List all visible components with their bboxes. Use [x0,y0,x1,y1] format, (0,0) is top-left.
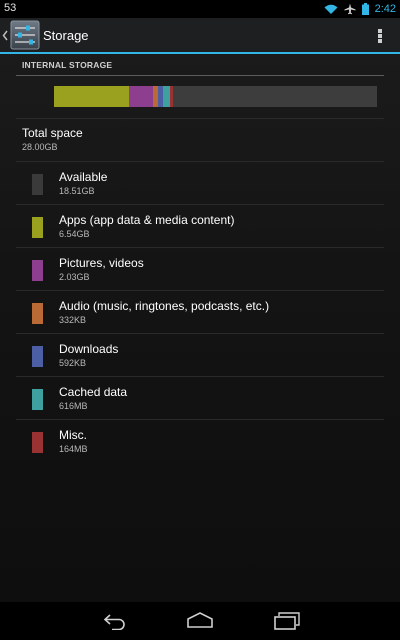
color-swatch [32,217,43,238]
storage-item-available[interactable]: Available 18.51GB [16,162,384,204]
storage-item-misc[interactable]: Misc. 164MB [16,420,384,462]
up-chevron-icon[interactable] [2,28,8,46]
battery-icon [361,3,369,15]
storage-item-label: Available [59,170,108,184]
color-swatch [32,303,43,324]
storage-item-downloads[interactable]: Downloads 592KB [16,334,384,376]
total-space-value: 28.00GB [22,142,58,152]
color-swatch [32,260,43,281]
storage-item-size: 616MB [59,401,88,411]
storage-item-label: Audio (music, ringtones, podcasts, etc.) [59,299,270,313]
storage-content: INTERNAL STORAGE Total space 28.00GB Ava… [0,54,400,602]
storage-item-label: Pictures, videos [59,256,144,270]
recents-icon[interactable] [274,612,300,635]
usage-segment [54,86,130,107]
storage-item-audio[interactable]: Audio (music, ringtones, podcasts, etc.)… [16,291,384,333]
usage-segment [162,86,170,107]
storage-item-size: 2.03GB [59,272,90,282]
divider [16,118,384,119]
status-notification-count: 53 [4,2,17,14]
overflow-menu-icon[interactable] [372,27,388,45]
storage-item-pictures-videos[interactable]: Pictures, videos 2.03GB [16,248,384,290]
clock: 2:42 [374,3,396,15]
storage-item-cached-data[interactable]: Cached data 616MB [16,377,384,419]
storage-usage-bar [54,86,377,107]
settings-sliders-icon[interactable] [10,20,40,50]
color-swatch [32,432,43,453]
color-swatch [32,174,43,195]
back-icon[interactable] [103,612,127,635]
storage-item-size: 18.51GB [59,186,95,196]
storage-item-size: 592KB [59,358,87,368]
airplane-icon [344,3,356,15]
home-icon[interactable] [187,612,213,633]
storage-item-size: 6.54GB [59,229,90,239]
storage-item-size: 332KB [59,315,87,325]
status-icons: 2:42 [324,0,396,18]
wifi-icon [324,4,338,15]
section-label: INTERNAL STORAGE [22,60,113,70]
status-bar: 53 2:42 [0,0,400,18]
storage-item-label: Cached data [59,385,128,399]
page-title: Storage [43,28,89,43]
total-space-label: Total space [22,126,83,140]
storage-item-label: Apps (app data & media content) [59,213,235,227]
storage-item-size: 164MB [59,444,88,454]
usage-segment [169,86,173,107]
section-header: INTERNAL STORAGE [16,54,384,76]
total-space-item: Total space 28.00GB [22,126,83,153]
storage-item-label: Misc. [59,428,87,442]
action-bar: Storage [0,18,400,54]
color-swatch [32,346,43,367]
usage-segment [129,86,153,107]
storage-item-apps[interactable]: Apps (app data & media content) 6.54GB [16,205,384,247]
navigation-bar [0,602,400,640]
storage-item-label: Downloads [59,342,119,356]
color-swatch [32,389,43,410]
